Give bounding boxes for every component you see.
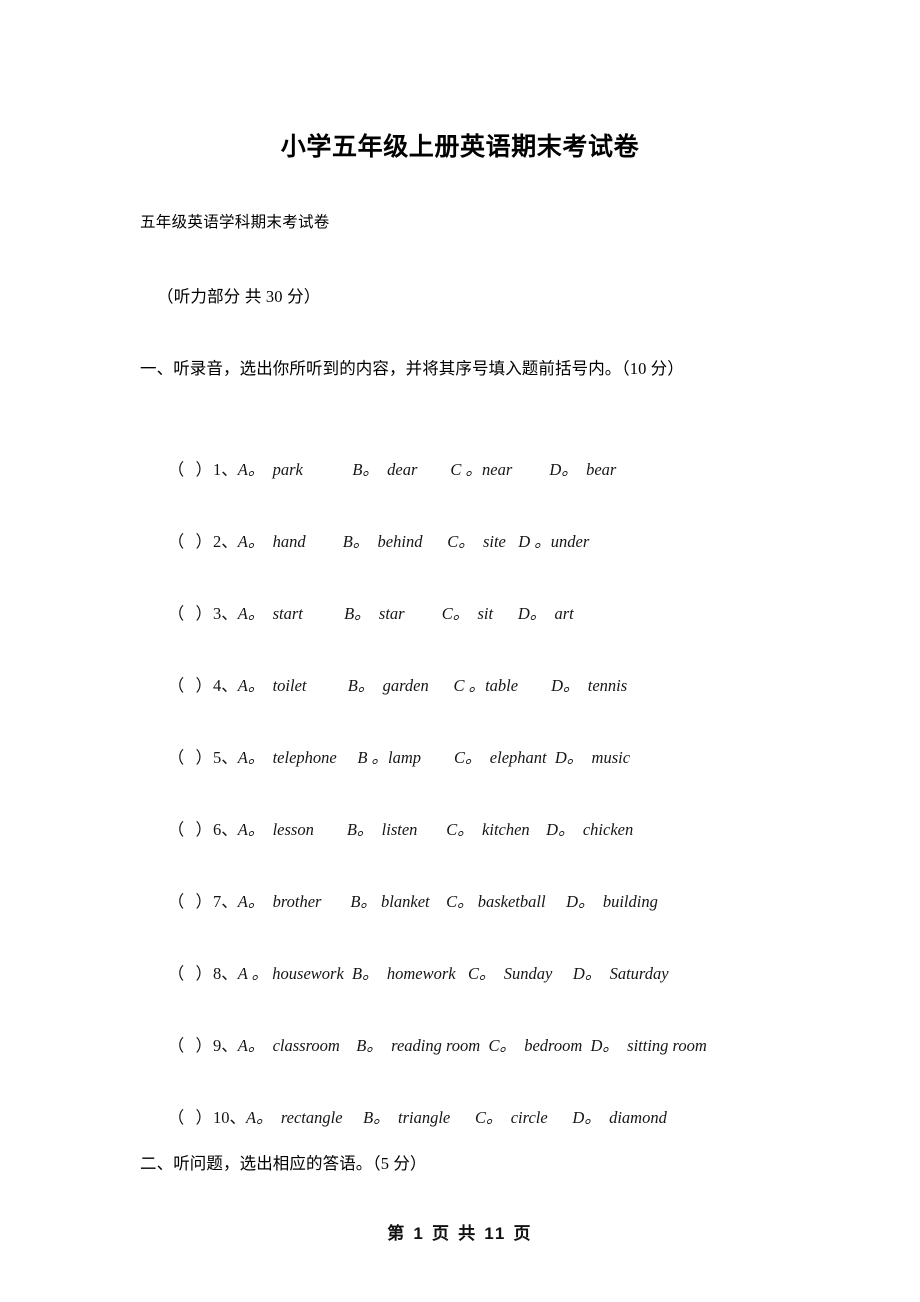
- question-options-3: A。 start B。 star C。 sit D。 art: [237, 604, 574, 623]
- question-row: （ ）3、A。 start B。 star C。 sit D。 art: [143, 578, 574, 650]
- question-options-8: A 。 housework B。 homework C。 Sunday D。 S…: [237, 964, 669, 983]
- question-row: （ ）8、A 。 housework B。 homework C。 Sunday…: [143, 938, 669, 1010]
- answer-bracket-5[interactable]: （ ）: [168, 748, 213, 767]
- question-row: （ ）6、A。 lesson B。 listen C。 kitchen D。 c…: [143, 794, 633, 866]
- answer-bracket-1[interactable]: （ ）: [168, 460, 213, 479]
- section-instruction-two: 二、听问题，选出相应的答语。（5 分）: [140, 1154, 427, 1173]
- question-options-9: A。 classroom B。 reading room C。 bedroom …: [237, 1036, 707, 1055]
- question-number-6: 6、: [213, 820, 238, 839]
- question-number-9: 9、: [213, 1036, 238, 1055]
- question-options-1: A。 park B。 dear C 。near D。 bear: [237, 460, 617, 479]
- question-row: （ ）5、A。 telephone B 。lamp C。 elephant D。…: [143, 722, 630, 794]
- page-title: 小学五年级上册英语期末考试卷: [280, 133, 640, 161]
- answer-bracket-8[interactable]: （ ）: [168, 964, 213, 983]
- question-row: （ ）10、A。 rectangle B。 triangle C。 circle…: [143, 1082, 667, 1154]
- question-options-7: A。 brother B。 blanket C。 basketball D。 b…: [237, 892, 658, 911]
- question-row: （ ）7、A。 brother B。 blanket C。 basketball…: [143, 866, 658, 938]
- question-options-4: A。 toilet B。 garden C 。table D。 tennis: [237, 676, 628, 695]
- answer-bracket-7[interactable]: （ ）: [168, 892, 213, 911]
- answer-bracket-3[interactable]: （ ）: [168, 604, 213, 623]
- answer-bracket-2[interactable]: （ ）: [168, 532, 213, 551]
- question-options-5: A。 telephone B 。lamp C。 elephant D。 musi…: [237, 748, 631, 767]
- answer-bracket-10[interactable]: （ ）: [168, 1108, 213, 1127]
- question-number-3: 3、: [213, 604, 238, 623]
- page-footer: 第 1 页 共 11 页: [387, 1224, 533, 1243]
- question-options-10: A。 rectangle B。 triangle C。 circle D。 di…: [246, 1108, 667, 1127]
- question-row: （ ）4、A。 toilet B。 garden C 。table D。 ten…: [143, 650, 627, 722]
- question-number-5: 5、: [213, 748, 238, 767]
- question-options-2: A。 hand B。 behind C。 site D 。under: [237, 532, 590, 551]
- question-row: （ ）9、A。 classroom B。 reading room C。 bed…: [143, 1010, 707, 1082]
- question-number-7: 7、: [213, 892, 238, 911]
- question-row: （ ）2、A。 hand B。 behind C。 site D 。under: [143, 506, 590, 578]
- listening-section-banner: （听力部分 共 30 分）: [157, 287, 321, 306]
- section-instruction-one: 一、听录音，选出你所听到的内容，并将其序号填入题前括号内。（10 分）: [140, 359, 684, 378]
- question-number-4: 4、: [213, 676, 238, 695]
- document-subtitle: 五年级英语学科期末考试卷: [140, 214, 330, 231]
- answer-bracket-6[interactable]: （ ）: [168, 820, 213, 839]
- question-number-1: 1、: [213, 460, 238, 479]
- answer-bracket-4[interactable]: （ ）: [168, 676, 213, 695]
- answer-bracket-9[interactable]: （ ）: [168, 1036, 213, 1055]
- question-row: （ ）1、A。 park B。 dear C 。near D。 bear: [143, 434, 617, 506]
- question-number-2: 2、: [213, 532, 238, 551]
- question-options-6: A。 lesson B。 listen C。 kitchen D。 chicke…: [237, 820, 634, 839]
- exam-paper-page: 小学五年级上册英语期末考试卷 五年级英语学科期末考试卷 （听力部分 共 30 分…: [0, 0, 920, 1302]
- question-number-8: 8、: [213, 964, 238, 983]
- question-number-10: 10、: [213, 1108, 246, 1127]
